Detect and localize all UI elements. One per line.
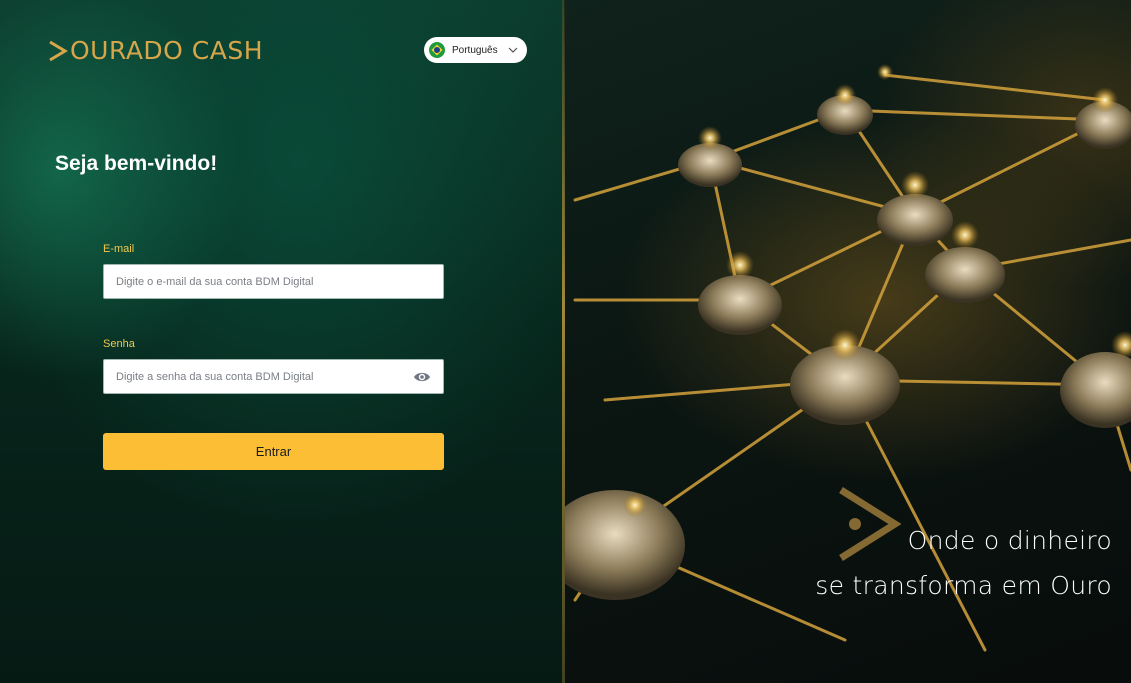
password-field[interactable] (116, 370, 443, 383)
hero-panel: Onde o dinheiro se transforma em Ouro (565, 0, 1131, 683)
language-label: Português (452, 44, 498, 56)
brand-name: OURADO CASH (70, 36, 264, 65)
hero-tagline-line2: se transforma em Ouro (815, 571, 1112, 600)
hero-tagline-line1: Onde o dinheiro (907, 526, 1112, 555)
brand-chevron-icon (49, 40, 68, 62)
email-label: E-mail (103, 243, 135, 255)
brazil-flag-icon (429, 42, 445, 58)
page-title: Seja bem-vindo! (55, 152, 218, 175)
login-button[interactable]: Entrar (103, 433, 444, 470)
login-panel: OURADO CASH Português Seja bem-vindo! E-… (0, 0, 564, 683)
hero-tagline: Onde o dinheiro se transforma em Ouro (815, 518, 1112, 608)
password-label: Senha (103, 338, 135, 350)
brand-logo[interactable]: OURADO CASH (48, 36, 263, 66)
eye-icon[interactable] (413, 370, 431, 384)
language-selector[interactable]: Português (424, 37, 527, 63)
email-field-wrapper (103, 264, 444, 299)
password-field-wrapper (103, 359, 444, 394)
chevron-down-icon (508, 47, 518, 53)
email-field[interactable] (116, 275, 443, 288)
